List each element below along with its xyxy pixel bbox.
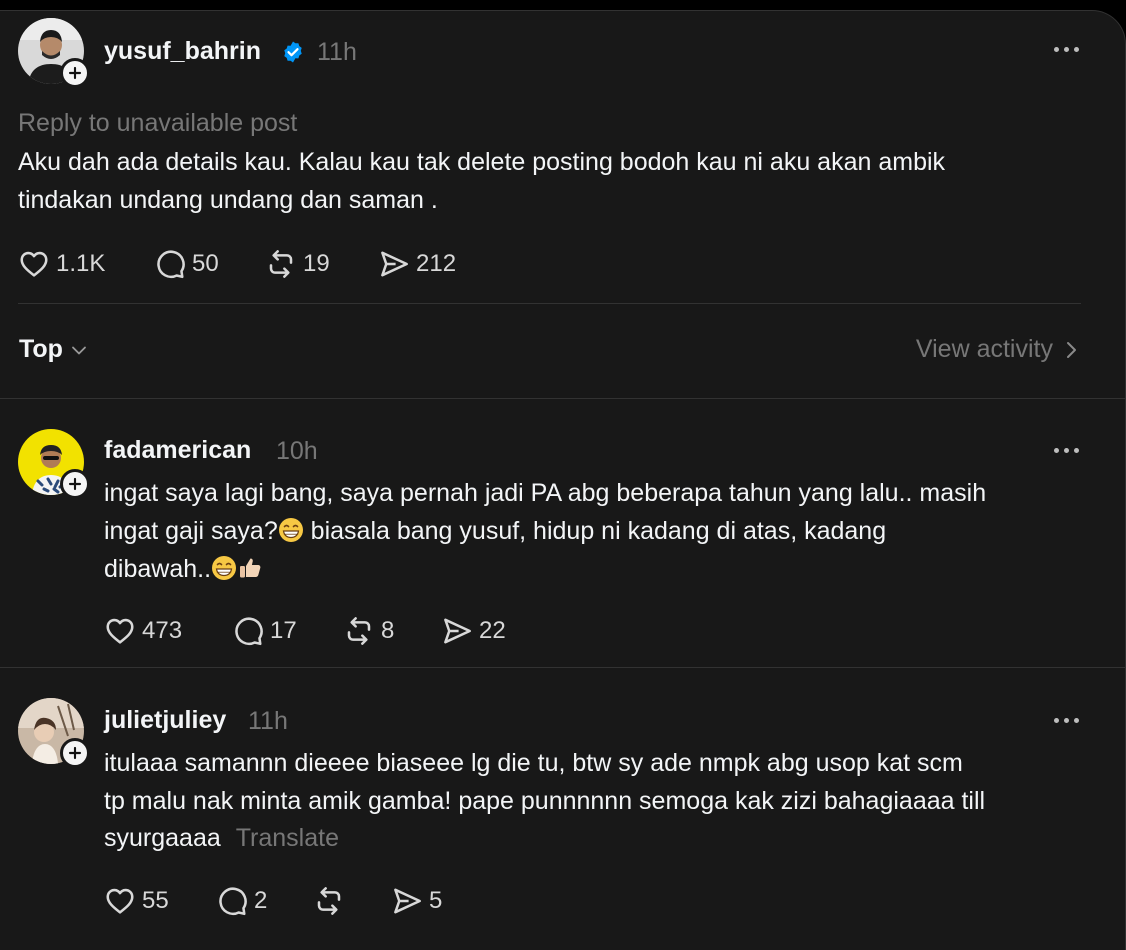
- heart-icon: [104, 885, 136, 917]
- share-count: 5: [429, 887, 443, 914]
- more-icon-dot: [1054, 448, 1059, 453]
- comment: julietjuliey 11h itulaaa samannn dieeee …: [0, 668, 1125, 928]
- comment-icon: [216, 885, 248, 917]
- share-count: 212: [416, 250, 457, 277]
- reply-count: 50: [192, 250, 219, 277]
- reply-context-link[interactable]: Reply to unavailable post: [18, 104, 297, 142]
- like-count: 55: [142, 887, 169, 914]
- like-count: 1.1K: [56, 250, 106, 277]
- thumbs-up-emoji-icon: [237, 555, 263, 581]
- grinning-face-emoji-icon: [211, 555, 237, 581]
- heart-icon: [18, 248, 50, 280]
- view-activity-label: View activity: [915, 335, 1053, 363]
- like-button[interactable]: 1.1K: [18, 248, 154, 280]
- comment-text-line: ingat saya lagi bang, saya pernah jadi P…: [104, 479, 987, 507]
- commenter-avatar-wrap[interactable]: [18, 429, 90, 499]
- share-button[interactable]: 212: [378, 248, 456, 280]
- action-divider: [18, 303, 1081, 304]
- repost-button[interactable]: 19: [265, 248, 378, 280]
- commenter-username[interactable]: fadamerican: [104, 436, 251, 465]
- follow-button[interactable]: [60, 58, 90, 88]
- view-activity-link[interactable]: View activity: [916, 335, 1079, 364]
- comment-action-bar: 55 2 5: [104, 885, 442, 917]
- grinning-face-emoji-icon: [278, 517, 304, 543]
- comment-text-segment: dibawah..: [104, 555, 212, 583]
- reply-count: 17: [270, 617, 297, 644]
- comment-timestamp: 10h: [276, 437, 318, 465]
- repost-button[interactable]: [313, 885, 391, 917]
- more-icon-dot: [1064, 718, 1069, 723]
- post-action-bar: 1.1K 50 19 212: [18, 248, 456, 280]
- author-username[interactable]: yusuf_bahrin: [104, 37, 261, 66]
- more-icon-dot: [1064, 448, 1069, 453]
- like-button[interactable]: 473: [104, 615, 232, 647]
- share-button[interactable]: 22: [441, 615, 506, 647]
- main-post: yusuf_bahrin 11h Reply to unavailable po…: [0, 11, 1125, 311]
- comment: fadamerican 10h ingat saya lagi bang, sa…: [0, 399, 1125, 669]
- repost-count: 8: [381, 617, 395, 644]
- reply-button[interactable]: 50: [154, 248, 265, 280]
- more-icon-dot: [1064, 47, 1069, 52]
- share-count: 22: [479, 617, 506, 644]
- comment-text-segment: biasala bang yusuf, hidup ni kadang di a…: [303, 517, 887, 545]
- post-text-line: Aku dah ada details kau. Kalau kau tak d…: [18, 148, 946, 176]
- post-timestamp: 11h: [317, 38, 357, 66]
- chevron-right-icon: [1067, 341, 1076, 358]
- more-icon-dot: [1074, 448, 1079, 453]
- comment-icon: [232, 615, 264, 647]
- comment-text-line: syurgaaaa Translate: [104, 819, 339, 857]
- translate-link[interactable]: Translate: [236, 824, 339, 852]
- plus-icon: [67, 745, 83, 761]
- like-count: 473: [142, 617, 183, 644]
- chevron-down-icon: [72, 346, 86, 354]
- comment-icon: [154, 248, 186, 280]
- comment-more-button[interactable]: [1054, 448, 1079, 453]
- comment-text-segment: syurgaaaa: [104, 824, 221, 852]
- thread-panel: yusuf_bahrin 11h Reply to unavailable po…: [0, 10, 1126, 950]
- commenter-avatar-wrap[interactable]: [18, 698, 90, 768]
- post-more-button[interactable]: [1054, 47, 1079, 52]
- sort-label: Top: [19, 335, 63, 363]
- share-icon: [378, 248, 410, 280]
- reply-count: 2: [254, 887, 268, 914]
- repost-icon: [313, 885, 345, 917]
- more-icon-dot: [1054, 718, 1059, 723]
- reply-button[interactable]: 2: [216, 885, 313, 917]
- share-icon: [441, 615, 473, 647]
- plus-icon: [67, 476, 83, 492]
- follow-button[interactable]: [60, 738, 90, 768]
- follow-button[interactable]: [60, 469, 90, 499]
- post-text-line: tindakan undang undang dan saman .: [18, 186, 438, 214]
- repost-icon: [265, 248, 297, 280]
- sort-dropdown[interactable]: Top: [19, 335, 89, 364]
- author-avatar-wrap[interactable]: [18, 18, 90, 88]
- comment-text-line: ingat gaji saya? biasala bang yusuf, hid…: [104, 512, 886, 550]
- commenter-username[interactable]: julietjuliey: [104, 706, 226, 735]
- heart-icon: [104, 615, 136, 647]
- comment-text-segment: ingat gaji saya?: [104, 517, 278, 545]
- comment-text-line: dibawah..: [104, 550, 263, 588]
- repost-icon: [343, 615, 375, 647]
- repost-button[interactable]: 8: [343, 615, 441, 647]
- more-icon-dot: [1074, 47, 1079, 52]
- verified-badge-icon: [284, 41, 302, 63]
- repost-count: 19: [303, 250, 330, 277]
- reply-button[interactable]: 17: [232, 615, 343, 647]
- like-button[interactable]: 55: [104, 885, 216, 917]
- comment-action-bar: 473 17 8 22: [104, 615, 506, 647]
- plus-icon: [67, 65, 83, 81]
- comment-timestamp: 11h: [248, 707, 288, 735]
- share-icon: [391, 885, 423, 917]
- comment-text-line: itulaaa samannn dieeee biaseee lg die tu…: [104, 749, 963, 777]
- more-icon-dot: [1074, 718, 1079, 723]
- more-icon-dot: [1054, 47, 1059, 52]
- comment-more-button[interactable]: [1054, 718, 1079, 723]
- comment-text-line: tp malu nak minta amik gamba! pape punnn…: [104, 787, 986, 815]
- share-button[interactable]: 5: [391, 885, 442, 917]
